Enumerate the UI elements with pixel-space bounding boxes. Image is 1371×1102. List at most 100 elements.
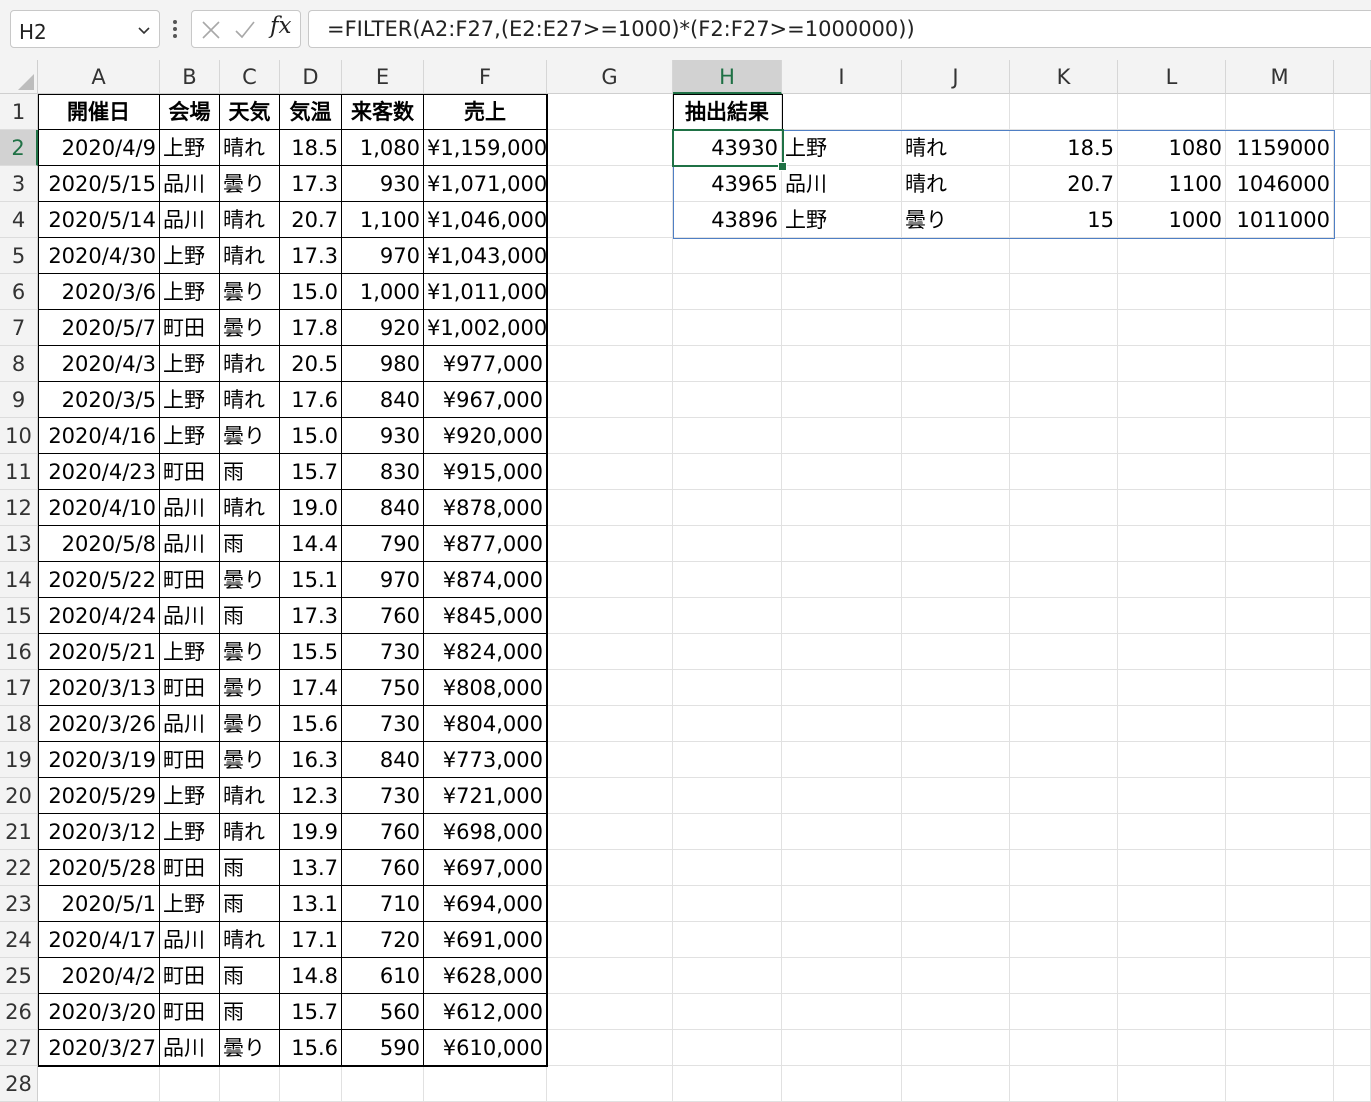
table-cell[interactable]: ¥612,000	[424, 994, 547, 1030]
table-cell[interactable]: ¥773,000	[424, 742, 547, 778]
row-header-19[interactable]: 19	[0, 742, 38, 778]
table-cell[interactable]: 17.4	[280, 670, 342, 706]
close-icon[interactable]	[200, 19, 222, 41]
cell[interactable]	[902, 814, 1010, 850]
result-cell[interactable]: 1011000	[1226, 202, 1334, 238]
table-cell[interactable]: 1,080	[342, 130, 424, 166]
cell[interactable]	[1118, 922, 1226, 958]
fill-handle[interactable]	[778, 162, 787, 171]
row-header-24[interactable]: 24	[0, 922, 38, 958]
cell[interactable]	[902, 598, 1010, 634]
table-cell[interactable]: 560	[342, 994, 424, 1030]
cell[interactable]	[1334, 418, 1371, 454]
cell[interactable]	[782, 706, 902, 742]
table-cell[interactable]: ¥628,000	[424, 958, 547, 994]
table-cell[interactable]: 曇り	[220, 310, 280, 346]
cell[interactable]	[1334, 526, 1371, 562]
cell[interactable]	[1010, 1066, 1118, 1102]
cell[interactable]	[782, 634, 902, 670]
cell[interactable]	[673, 814, 782, 850]
table-cell[interactable]: 2020/4/2	[38, 958, 160, 994]
table-cell[interactable]: 1,000	[342, 274, 424, 310]
row-header-11[interactable]: 11	[0, 454, 38, 490]
cell[interactable]	[782, 490, 902, 526]
cell[interactable]	[1010, 670, 1118, 706]
cell[interactable]	[1334, 994, 1371, 1030]
cell[interactable]	[782, 742, 902, 778]
table-cell[interactable]: 品川	[160, 202, 220, 238]
cell[interactable]	[1226, 1030, 1334, 1066]
column-header-a[interactable]: A	[38, 60, 160, 94]
table-cell[interactable]: 840	[342, 382, 424, 418]
cell[interactable]	[673, 778, 782, 814]
table-cell[interactable]: 曇り	[220, 1030, 280, 1066]
table-cell[interactable]: 19.0	[280, 490, 342, 526]
table-cell[interactable]: 上野	[160, 382, 220, 418]
cell[interactable]	[902, 922, 1010, 958]
cell[interactable]	[547, 634, 673, 670]
cell[interactable]	[1010, 346, 1118, 382]
row-header-9[interactable]: 9	[0, 382, 38, 418]
cell[interactable]	[673, 238, 782, 274]
table-cell[interactable]: 晴れ	[220, 490, 280, 526]
cell[interactable]	[1226, 454, 1334, 490]
table-cell[interactable]: 2020/4/17	[38, 922, 160, 958]
table-cell[interactable]: 840	[342, 490, 424, 526]
cell[interactable]	[547, 670, 673, 706]
table-cell[interactable]: 晴れ	[220, 778, 280, 814]
row-header-17[interactable]: 17	[0, 670, 38, 706]
cell[interactable]	[547, 166, 673, 202]
cell[interactable]	[1118, 850, 1226, 886]
cell[interactable]	[1010, 274, 1118, 310]
cell[interactable]	[1118, 526, 1226, 562]
cell[interactable]	[673, 1030, 782, 1066]
cell[interactable]	[547, 238, 673, 274]
result-cell[interactable]: 43965	[673, 166, 782, 202]
cell[interactable]	[902, 958, 1010, 994]
cell[interactable]	[902, 742, 1010, 778]
table-cell[interactable]: 19.9	[280, 814, 342, 850]
table-cell[interactable]: 16.3	[280, 742, 342, 778]
row-header-23[interactable]: 23	[0, 886, 38, 922]
result-cell[interactable]: 上野	[782, 130, 902, 166]
column-header-e[interactable]: E	[342, 60, 424, 94]
cell[interactable]	[547, 274, 673, 310]
cell[interactable]	[782, 886, 902, 922]
table-cell[interactable]: 雨	[220, 994, 280, 1030]
table-cell[interactable]: 2020/5/29	[38, 778, 160, 814]
table-cell[interactable]: 雨	[220, 526, 280, 562]
table-cell[interactable]: 曇り	[220, 670, 280, 706]
cell[interactable]	[547, 562, 673, 598]
table-cell[interactable]: 17.1	[280, 922, 342, 958]
cell[interactable]	[902, 238, 1010, 274]
insert-function-icon[interactable]: fx	[270, 13, 292, 39]
cell[interactable]	[1226, 274, 1334, 310]
cell[interactable]	[547, 382, 673, 418]
table-cell[interactable]: 2020/5/14	[38, 202, 160, 238]
table-cell[interactable]: 790	[342, 526, 424, 562]
table-cell[interactable]: ¥721,000	[424, 778, 547, 814]
cell[interactable]	[1226, 382, 1334, 418]
cell[interactable]	[673, 598, 782, 634]
table-cell[interactable]: 上野	[160, 346, 220, 382]
cell[interactable]	[673, 274, 782, 310]
result-cell[interactable]: 43896	[673, 202, 782, 238]
table-cell[interactable]: 15.7	[280, 994, 342, 1030]
table-cell[interactable]: 760	[342, 814, 424, 850]
cell[interactable]	[902, 490, 1010, 526]
row-header-2[interactable]: 2	[0, 130, 38, 166]
table-cell[interactable]: 760	[342, 598, 424, 634]
table-cell[interactable]: 晴れ	[220, 238, 280, 274]
cell[interactable]	[1334, 814, 1371, 850]
cell[interactable]	[673, 346, 782, 382]
cell[interactable]	[782, 850, 902, 886]
result-cell[interactable]: 1159000	[1226, 130, 1334, 166]
cell[interactable]	[902, 418, 1010, 454]
table-cell[interactable]: 15.1	[280, 562, 342, 598]
cell[interactable]	[220, 1066, 280, 1102]
table-cell[interactable]: 17.3	[280, 238, 342, 274]
table-cell[interactable]: 840	[342, 742, 424, 778]
table-cell[interactable]: 17.3	[280, 166, 342, 202]
table-cell[interactable]: 15.6	[280, 1030, 342, 1066]
row-header-14[interactable]: 14	[0, 562, 38, 598]
